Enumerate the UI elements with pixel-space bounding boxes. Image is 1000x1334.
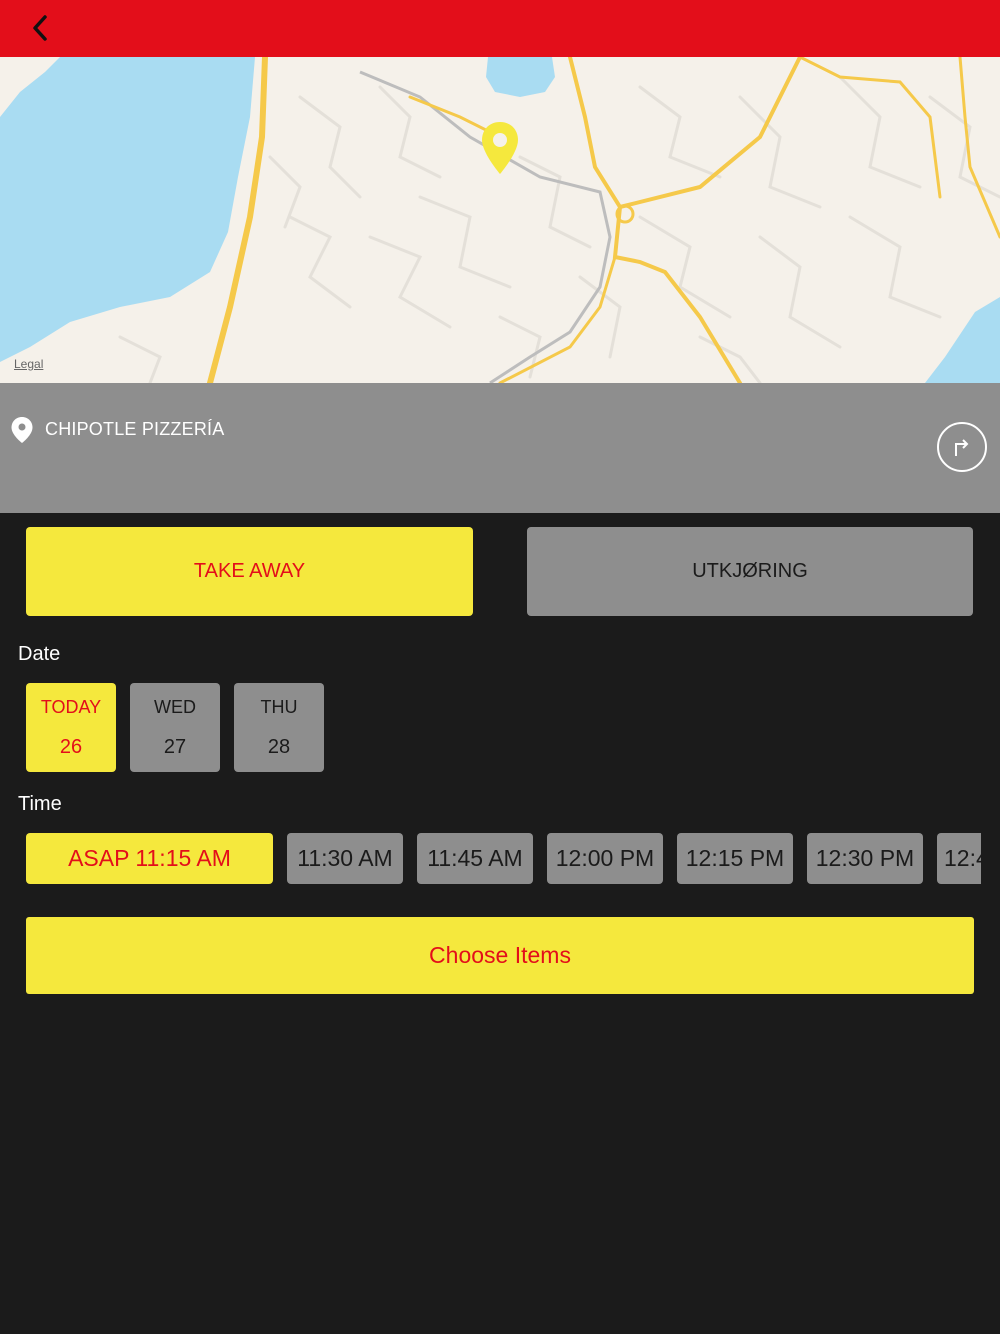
date-option-thu[interactable]: THU 28 (234, 683, 324, 772)
map-canvas (0, 57, 1000, 383)
date-dow: WED (154, 696, 196, 717)
map-view[interactable] (0, 57, 1000, 383)
time-slot[interactable]: 12:30 PM (807, 833, 923, 884)
store-name: CHIPOTLE PIZZERÍA (45, 419, 225, 439)
date-option-wed[interactable]: WED 27 (130, 683, 220, 772)
date-day: 28 (267, 735, 291, 758)
date-dow: THU (260, 696, 298, 717)
time-slot[interactable]: 12:45 PM (937, 833, 981, 884)
time-slot-scroller[interactable]: ASAP 11:15 AM 11:30 AM 11:45 AM 12:00 PM… (26, 833, 981, 884)
map-legal-link[interactable]: Legal (14, 357, 43, 371)
top-bar (0, 0, 1000, 57)
date-label: Date (18, 643, 61, 665)
chevron-left-icon (33, 15, 47, 41)
time-slot[interactable]: 12:15 PM (677, 833, 793, 884)
take-away-button[interactable]: TAKE AWAY (26, 527, 473, 616)
time-slot[interactable]: 11:30 AM (287, 833, 403, 884)
date-option-today[interactable]: TODAY 26 (26, 683, 116, 772)
location-pin-icon (11, 417, 33, 443)
choose-items-button[interactable]: Choose Items (26, 917, 974, 994)
date-day: 27 (163, 735, 187, 758)
time-slot-asap[interactable]: ASAP 11:15 AM (26, 833, 273, 884)
map-pin-icon[interactable] (480, 120, 520, 176)
directions-button[interactable] (937, 422, 987, 472)
date-day: 26 (59, 735, 83, 758)
date-dow: TODAY (40, 696, 102, 717)
delivery-button[interactable]: UTKJØRING (527, 527, 973, 616)
time-slot[interactable]: 11:45 AM (417, 833, 533, 884)
turn-right-arrow-icon (955, 439, 969, 456)
time-label: Time (18, 793, 62, 815)
back-button[interactable] (22, 10, 58, 46)
store-info-panel (0, 383, 1000, 513)
time-slot[interactable]: 12:00 PM (547, 833, 663, 884)
